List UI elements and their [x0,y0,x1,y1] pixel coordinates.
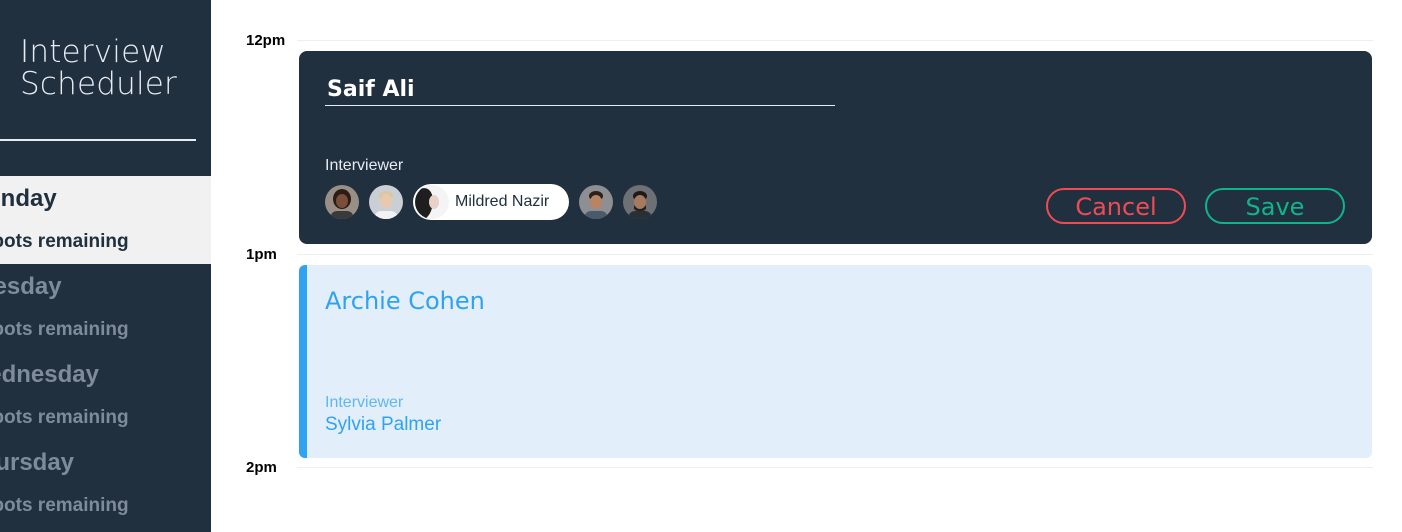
day-item-tuesday[interactable]: Tuesday 4 spots remaining [0,264,211,352]
day-list: Monday 2 spots remaining Tuesday 4 spots… [0,176,211,528]
selected-interviewer-name: Mildred Nazir [455,193,550,210]
appointment-card[interactable]: Archie Cohen Interviewer Sylvia Palmer [299,265,1372,458]
appointment-accent [299,265,307,458]
day-spots: 2 spots remaining [0,231,129,252]
day-item-thursday[interactable]: Thursday 5 spots remaining [0,440,211,528]
logo-icon [0,40,4,100]
student-name-input[interactable] [325,73,835,106]
day-item-monday[interactable]: Monday 2 spots remaining [0,176,211,264]
app-title-line1: Interview [20,34,166,70]
hour-label-1pm: 1pm [246,246,277,263]
interviewer-label: Interviewer [325,157,404,174]
interviewer-avatar[interactable] [325,185,359,219]
hour-label-12pm: 12pm [246,32,286,49]
interviewer-avatar[interactable] [369,185,403,219]
day-spots: 3 spots remaining [0,407,129,428]
save-button[interactable]: Save [1205,188,1345,224]
hour-line [297,40,1373,41]
day-name: Monday [0,185,57,212]
appointment-interviewer: Sylvia Palmer [325,414,442,435]
interviewer-avatar[interactable] [579,185,613,219]
cancel-button[interactable]: Cancel [1046,188,1186,224]
app-title-line2: Scheduler [20,66,177,102]
hour-label-2pm: 2pm [246,459,277,476]
selected-interviewer[interactable]: Mildred Nazir [413,184,569,220]
hour-line [297,254,1373,255]
day-spots: 4 spots remaining [0,319,129,340]
day-spots: 5 spots remaining [0,495,129,516]
day-name: Wednesday [0,361,99,388]
appointment-student: Archie Cohen [325,287,485,315]
hour-line [297,467,1373,468]
interviewer-avatar [415,185,449,219]
sidebar-divider [0,139,196,141]
sidebar: Interview Scheduler Monday 2 spots remai… [0,0,211,532]
appointment-form: Interviewer Mildred Nazir Cancel Save [299,51,1372,244]
appointment-interviewer-label: Interviewer [325,394,404,411]
day-item-wednesday[interactable]: Wednesday 3 spots remaining [0,352,211,440]
day-name: Thursday [0,449,75,476]
day-name: Tuesday [0,273,62,300]
app-logo-title: Interview Scheduler [20,36,177,100]
interviewer-avatar[interactable] [623,185,657,219]
